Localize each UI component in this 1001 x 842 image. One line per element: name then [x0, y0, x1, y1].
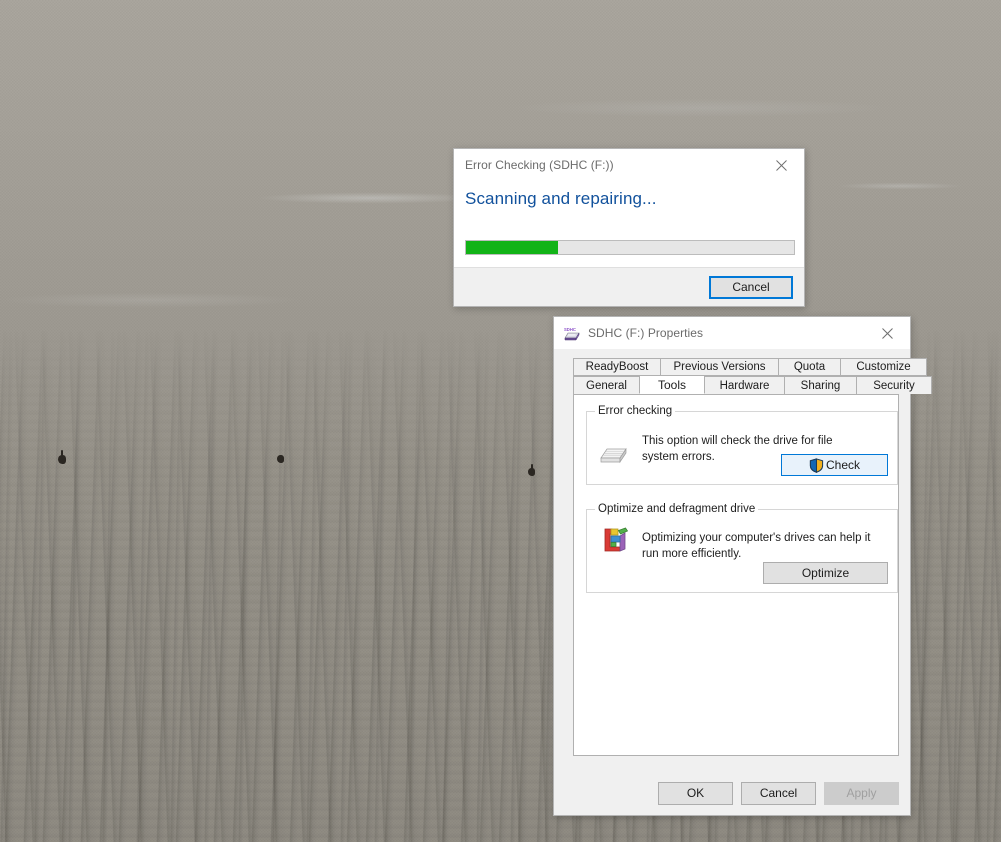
tab-quota[interactable]: Quota [778, 358, 841, 376]
error-checking-dialog: Error Checking (SDHC (F:)) Scanning and … [453, 148, 805, 307]
tab-label: Previous Versions [673, 361, 766, 373]
optimize-button-label: Optimize [801, 566, 850, 580]
svg-text:SDHC: SDHC [564, 327, 576, 332]
tab-previous-versions[interactable]: Previous Versions [660, 358, 779, 376]
tabstrip-row-top: ReadyBoost Previous Versions Quota Custo… [573, 358, 927, 376]
error-checking-group-title: Error checking [595, 405, 676, 417]
properties-title: SDHC (F:) Properties [588, 326, 704, 340]
properties-tabstrip: ReadyBoost Previous Versions Quota Custo… [573, 358, 932, 394]
cancel-scan-button[interactable]: Cancel [709, 275, 793, 299]
external-drive-icon [599, 442, 629, 469]
tab-label: Customize [856, 361, 911, 373]
apply-button-label: Apply [846, 786, 877, 800]
bird-silhouette [528, 468, 535, 476]
tab-label: Tools [657, 377, 686, 392]
optimize-group-title: Optimize and defragment drive [595, 503, 759, 515]
tab-label: General [586, 379, 627, 392]
ok-button[interactable]: OK [658, 781, 733, 805]
cancel-button[interactable]: Cancel [741, 781, 816, 805]
tab-tools[interactable]: Tools [639, 375, 705, 394]
bird-silhouette [277, 455, 284, 463]
bird-silhouette [531, 464, 533, 469]
error-checking-footer: Cancel [454, 267, 804, 306]
tab-label: Security [873, 379, 915, 392]
error-checking-title: Error Checking (SDHC (F:)) [465, 158, 614, 172]
cancel-button-label: Cancel [759, 786, 798, 800]
apply-button: Apply [824, 781, 899, 805]
error-checking-group: Error checking This option will check th… [586, 405, 898, 485]
tab-readyboost[interactable]: ReadyBoost [573, 358, 661, 376]
optimize-drive-button[interactable]: Optimize [763, 562, 888, 584]
ok-button-label: OK [686, 786, 705, 800]
optimize-description: Optimizing your computer's drives can he… [642, 532, 871, 560]
scan-progress-bar [465, 240, 795, 255]
defragment-blocks-icon [600, 525, 630, 560]
bird-silhouette [61, 450, 63, 457]
drive-properties-dialog: SDHC SDHC (F:) Properties ReadyBoost Pre… [553, 316, 932, 816]
properties-titlebar[interactable]: SDHC SDHC (F:) Properties [554, 317, 910, 349]
tab-label: Sharing [800, 379, 841, 392]
tabstrip-row-bottom: General Tools Hardware Sharing Security [573, 375, 932, 394]
tab-customize[interactable]: Customize [840, 358, 927, 376]
tab-label: Quota [793, 361, 826, 373]
tab-hardware[interactable]: Hardware [704, 376, 785, 394]
tab-label: Hardware [719, 379, 770, 392]
error-checking-body: Scanning and repairing... [454, 181, 804, 269]
sd-card-drive-icon: SDHC [564, 326, 581, 341]
check-button-label: Check [825, 458, 860, 472]
error-checking-titlebar[interactable]: Error Checking (SDHC (F:)) [454, 149, 804, 181]
close-icon[interactable] [865, 318, 910, 349]
tab-general[interactable]: General [573, 376, 640, 394]
tools-tab-panel: Error checking This option will check th… [573, 394, 899, 756]
close-icon[interactable] [759, 150, 804, 181]
tab-label: ReadyBoost [585, 361, 649, 373]
tab-security[interactable]: Security [856, 376, 932, 394]
properties-footer: OK Cancel Apply [554, 771, 910, 815]
tab-sharing[interactable]: Sharing [784, 376, 857, 394]
optimize-defragment-group: Optimize and defragment drive Optimizing… [586, 503, 898, 593]
check-drive-button[interactable]: Check [781, 454, 888, 476]
scan-progress-fill [466, 241, 558, 254]
uac-shield-icon [809, 457, 824, 473]
scanning-status-heading: Scanning and repairing... [465, 189, 657, 208]
